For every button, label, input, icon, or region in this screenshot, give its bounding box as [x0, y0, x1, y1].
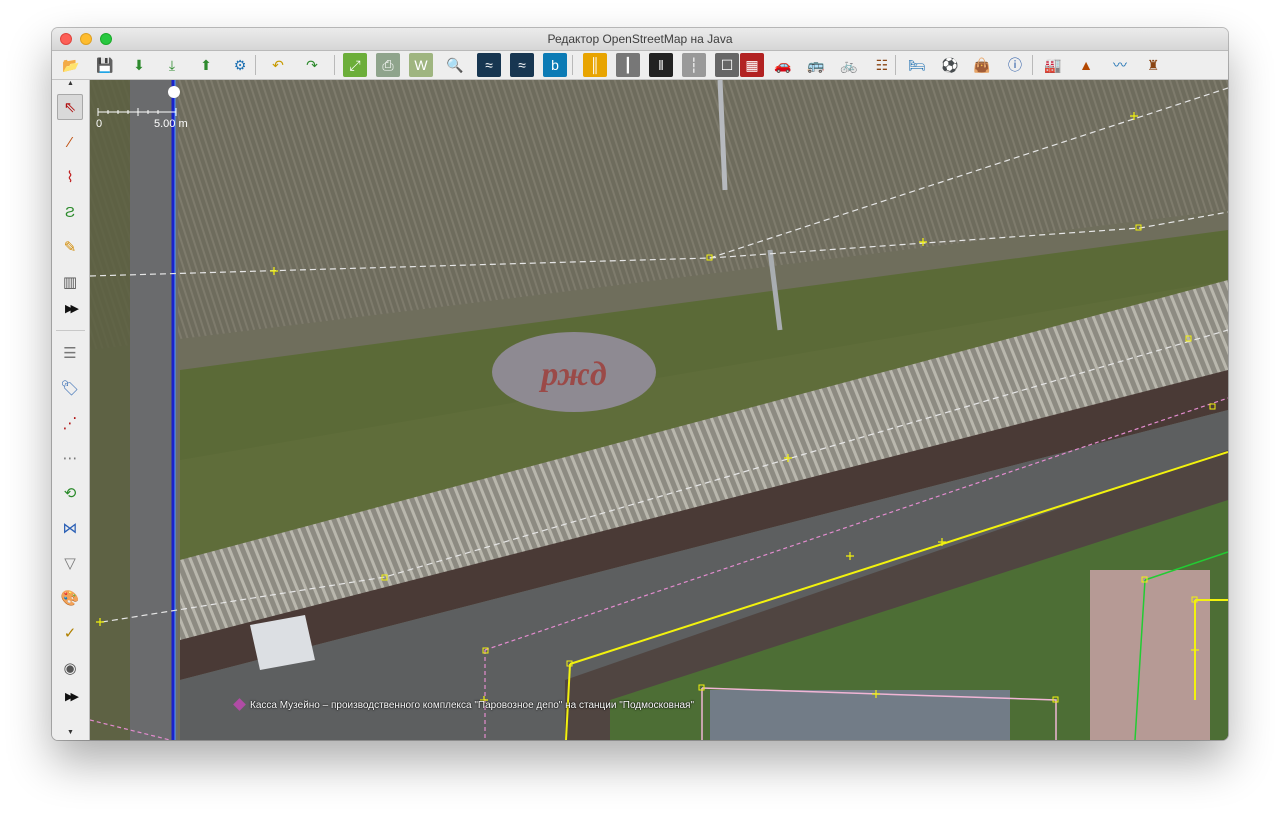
relations-panel-icon[interactable]: ⋰ — [57, 410, 83, 436]
scale-distance-label: 5.00 m — [154, 118, 188, 130]
improve-way-tool-icon[interactable]: ⌇ — [57, 164, 83, 190]
bing-icon[interactable]: b — [543, 53, 567, 77]
car-icon[interactable]: 🚗 — [771, 53, 795, 77]
wall-icon[interactable]: ▦ — [740, 53, 764, 77]
building-tool-icon[interactable]: ▥ — [57, 269, 83, 295]
selection-panel-icon[interactable]: ⋯ — [57, 445, 83, 471]
print-icon[interactable]: ⎙ — [376, 53, 400, 77]
left-toolbar: ▲ ▼ ⇖ ⁄ ⌇ Ƨ ✎ ▥ ▶▶ ☰ 🏷 ⋰ ⋯ ⟲ ⋈ ▽ 🎨 ✓ ◉ ▶▶ — [52, 80, 90, 740]
undo-icon[interactable]: ↶ — [266, 53, 290, 77]
tags-panel-icon[interactable]: 🏷 — [57, 375, 83, 401]
validation-panel-icon[interactable]: ✓ — [57, 620, 83, 646]
toolbar-separator — [1032, 55, 1033, 75]
save-icon[interactable]: 💾 — [93, 53, 117, 77]
path-icon[interactable]: ┆ — [682, 53, 706, 77]
notes-panel-icon[interactable]: ◉ — [57, 655, 83, 681]
imagery-2-icon[interactable]: ≈ — [510, 53, 534, 77]
map-object-label[interactable]: Касса Музейно – производственного компле… — [250, 700, 694, 711]
pencil-tool-icon[interactable]: ✎ — [57, 234, 83, 260]
search-icon[interactable]: 🔍 — [443, 53, 467, 77]
conflict-panel-icon[interactable]: ⋈ — [57, 515, 83, 541]
map-paint-styles-icon[interactable]: 🎨 — [57, 585, 83, 611]
sport-icon[interactable]: ⚽ — [938, 53, 962, 77]
track-icon[interactable]: ┃ — [616, 53, 640, 77]
upload-icon[interactable]: ⬆ — [194, 53, 218, 77]
window-title: Редактор OpenStreetMap на Java — [547, 32, 733, 46]
traffic-light-icon[interactable]: ☐ — [715, 53, 739, 77]
title-bar: Редактор OpenStreetMap на Java — [52, 28, 1228, 51]
map-view[interactable]: ржд 0 5.00 m Касса Музейно – производств… — [90, 80, 1228, 740]
white-shed — [250, 615, 315, 670]
water-icon[interactable]: 〰 — [1108, 53, 1132, 77]
castle-icon[interactable]: ♜ — [1141, 53, 1165, 77]
road-icon[interactable]: ║ — [583, 53, 607, 77]
josm-window: Редактор OpenStreetMap на Java 📂 💾 ⬇ ⤓ ⬆ ⚙ ↶ ↷ ⤢… — [52, 28, 1228, 740]
info-icon[interactable]: ⓘ — [1003, 53, 1027, 77]
selected-node — [168, 86, 180, 98]
peak-icon[interactable]: ▲ — [1074, 53, 1098, 77]
pink-building — [1090, 570, 1210, 740]
toolbar-separator — [895, 55, 896, 75]
scroll-up-arrow-icon[interactable]: ▲ — [52, 80, 89, 87]
bed-icon[interactable]: 🛏 — [905, 53, 929, 77]
scroll-down-arrow-icon[interactable]: ▼ — [52, 729, 89, 736]
draw-line-tool-icon[interactable]: ⁄ — [57, 129, 83, 155]
more-panels-icon[interactable]: ▶▶ — [52, 690, 89, 703]
toolbar-separator — [334, 55, 335, 75]
preferences-icon[interactable]: ⚙ — [228, 53, 252, 77]
vertical-road — [130, 80, 178, 740]
more-tools-icon[interactable]: ▶▶ — [52, 302, 89, 315]
select-tool-icon[interactable]: ⇖ — [57, 94, 83, 120]
shop-icon[interactable]: 👜 — [970, 53, 994, 77]
toolbar-separator — [255, 55, 256, 75]
bicycle-icon[interactable]: 🚲 — [837, 53, 861, 77]
redo-icon[interactable]: ↷ — [300, 53, 324, 77]
filter-panel-icon[interactable]: ▽ — [57, 550, 83, 576]
industrial-icon[interactable]: 🏭 — [1041, 53, 1065, 77]
wms-tms-icon[interactable]: W — [409, 53, 433, 77]
parallel-tool-icon[interactable]: Ƨ — [57, 199, 83, 225]
main-toolbar: 📂 💾 ⬇ ⤓ ⬆ ⚙ ↶ ↷ ⤢ ⎙ W 🔍 ≈ ≈ b ║ ┃ ‖ ┆ ☐ ▦ 🚗 🚌 🚲 ☷ 🛏 ⚽ 👜 ⓘ 🏭 ▲ 〰 ♜ — [52, 51, 1228, 80]
download-new-layer-icon[interactable]: ⤓ — [160, 53, 184, 77]
railway-icon[interactable]: ☷ — [870, 53, 894, 77]
layers-panel-icon[interactable]: ☰ — [57, 340, 83, 366]
history-panel-icon[interactable]: ⟲ — [57, 480, 83, 506]
zoom-to-data-icon[interactable]: ⤢ — [343, 53, 367, 77]
scale-zero-label: 0 — [96, 118, 103, 130]
bus-icon[interactable]: 🚌 — [804, 53, 828, 77]
open-file-icon[interactable]: 📂 — [59, 53, 83, 77]
toolbar-separator — [572, 55, 573, 75]
map-canvas[interactable]: ржд — [90, 80, 1228, 740]
toolbar-separator — [56, 330, 85, 331]
download-icon[interactable]: ⬇ — [127, 53, 151, 77]
railway-track-icon[interactable]: ‖ — [649, 53, 673, 77]
svg-text:ржд: ржд — [538, 356, 607, 393]
imagery-1-icon[interactable]: ≈ — [477, 53, 501, 77]
